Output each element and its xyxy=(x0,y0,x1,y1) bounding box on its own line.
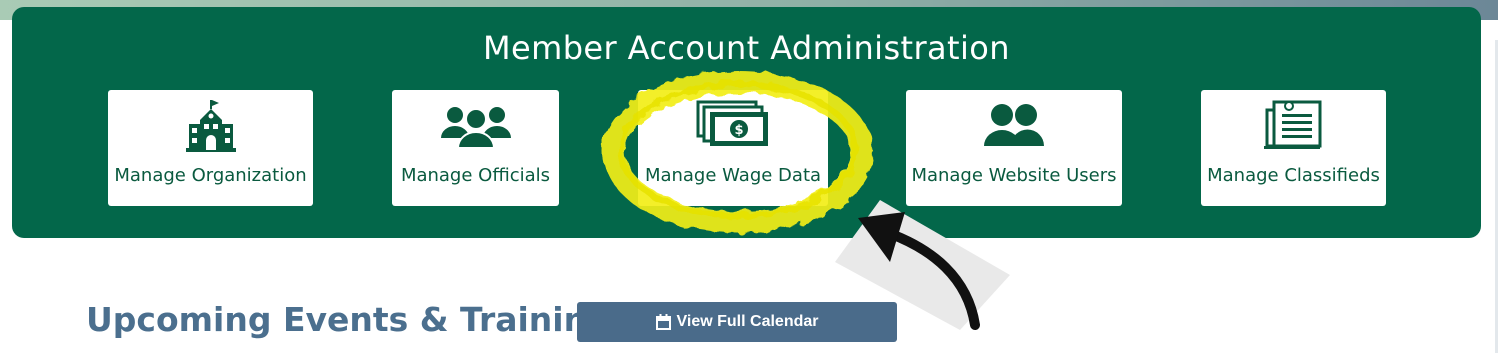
users-icon xyxy=(906,100,1122,150)
manage-wage-data-label: Manage Wage Data xyxy=(644,165,822,186)
newspaper-icon xyxy=(1201,100,1386,152)
manage-wage-data-card[interactable]: $ Manage Wage Data xyxy=(638,90,828,206)
calendar-icon xyxy=(655,314,671,330)
view-full-calendar-button[interactable]: View Full Calendar xyxy=(577,302,897,342)
view-full-calendar-label: View Full Calendar xyxy=(676,313,819,330)
panel-title: Member Account Administration xyxy=(483,29,1010,67)
manage-classifieds-card[interactable]: Manage Classifieds xyxy=(1201,90,1386,206)
manage-officials-card[interactable]: Manage Officials xyxy=(392,90,559,206)
svg-text:$: $ xyxy=(734,123,743,138)
manage-organization-label: Manage Organization xyxy=(114,165,307,186)
manage-classifieds-label: Manage Classifieds xyxy=(1207,165,1380,186)
manage-website-users-card[interactable]: Manage Website Users xyxy=(906,90,1122,206)
money-icon: $ xyxy=(638,100,828,150)
events-heading: Upcoming Events & Training xyxy=(86,300,611,339)
building-icon xyxy=(108,100,313,154)
group-icon xyxy=(392,100,559,150)
manage-website-users-label: Manage Website Users xyxy=(911,165,1117,186)
manage-officials-label: Manage Officials xyxy=(400,165,551,186)
member-admin-panel: Member Account Administration Manage Org… xyxy=(12,7,1481,238)
manage-organization-card[interactable]: Manage Organization xyxy=(108,90,313,206)
